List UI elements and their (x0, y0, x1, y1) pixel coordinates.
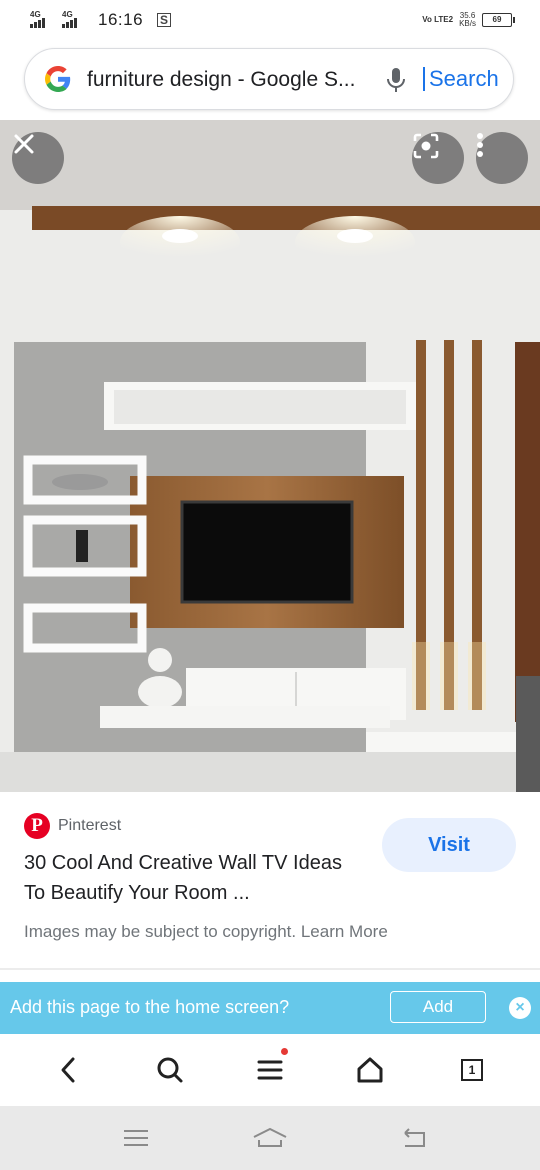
status-bar: 4G 4G 16:16 S Vo LTE2 35.6 KB/s 69 (0, 0, 540, 42)
system-back-button[interactable] (392, 1124, 432, 1152)
result-details: P Pinterest 30 Cool And Creative Wall TV… (0, 792, 540, 982)
home-icon (357, 1057, 383, 1083)
signal-icon-1: 4G (30, 10, 56, 28)
system-home-button[interactable] (250, 1124, 290, 1152)
image-viewer[interactable] (0, 120, 540, 792)
banner-message: Add this page to the home screen? (10, 997, 290, 1017)
browser-toolbar: 1 (0, 1034, 540, 1106)
add-to-home-banner: Add this page to the home screen? Add × (0, 982, 540, 1034)
screenshot-notification-icon: S (157, 13, 172, 27)
microphone-icon[interactable] (385, 67, 407, 93)
system-navigation-bar (0, 1106, 540, 1170)
close-icon (14, 134, 34, 154)
home-button[interactable] (350, 1052, 390, 1088)
source-row[interactable]: P Pinterest (24, 813, 121, 839)
close-button[interactable] (12, 132, 64, 184)
result-title[interactable]: 30 Cool And Creative Wall TV Ideas To Be… (24, 848, 354, 908)
menu-icon (257, 1060, 283, 1080)
battery-icon: 69 (482, 13, 515, 27)
recents-button[interactable] (116, 1124, 156, 1152)
more-vert-icon (477, 133, 483, 157)
source-name[interactable]: Pinterest (58, 817, 121, 835)
system-home-icon (253, 1127, 287, 1147)
volte-indicator: Vo LTE2 (422, 15, 454, 24)
back-arrow-icon (61, 1057, 75, 1083)
tabs-button[interactable]: 1 (452, 1052, 492, 1088)
more-options-button[interactable] (476, 132, 528, 184)
search-tab-button[interactable] (150, 1052, 190, 1088)
banner-close-icon[interactable]: × (509, 997, 531, 1019)
visit-button[interactable]: Visit (382, 818, 516, 872)
tab-count: 1 (461, 1059, 483, 1081)
google-lens-button[interactable] (412, 132, 464, 184)
notification-dot (281, 1048, 288, 1055)
lens-icon (413, 133, 439, 159)
clock: 16:16 (98, 10, 144, 29)
menu-button[interactable] (250, 1048, 290, 1088)
recents-icon (124, 1130, 148, 1146)
network-speed: 35.6 KB/s (459, 12, 476, 28)
back-button[interactable] (48, 1052, 88, 1088)
search-button[interactable]: Search (423, 67, 499, 91)
network-speed-unit: KB/s (459, 19, 476, 28)
google-logo-icon (45, 66, 71, 92)
copyright-notice[interactable]: Images may be subject to copyright. Lear… (24, 922, 388, 942)
search-icon (157, 1057, 183, 1083)
tv-wall-unit-image (0, 120, 540, 792)
divider (0, 968, 540, 970)
search-bar[interactable]: furniture design - Google S... Search (24, 48, 514, 110)
search-query-text[interactable]: furniture design - Google S... (87, 68, 387, 92)
pinterest-logo-icon: P (24, 813, 50, 839)
signal-icon-2: 4G (62, 10, 88, 28)
banner-add-button[interactable]: Add (390, 991, 486, 1023)
system-back-icon (404, 1128, 425, 1147)
